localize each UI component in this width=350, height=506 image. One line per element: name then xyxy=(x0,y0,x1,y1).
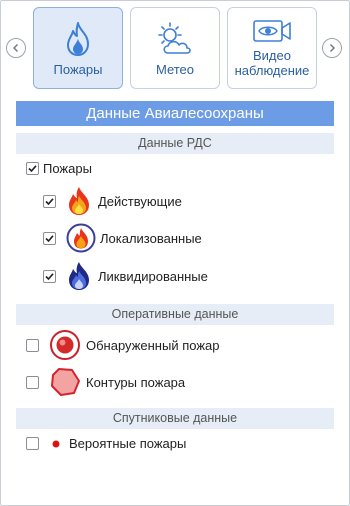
probable-fires-checkbox[interactable] xyxy=(26,437,39,450)
panel-title: Данные Авиалесоохраны xyxy=(16,101,334,126)
checkmark-icon xyxy=(45,234,54,242)
tab-video-label: Видео наблюдение xyxy=(235,48,310,78)
layer-detected-fire[interactable]: Обнаруженный пожар xyxy=(26,329,219,361)
checkmark-icon xyxy=(28,165,37,173)
extinguished-fires-checkbox[interactable] xyxy=(43,269,56,283)
active-fires-checkbox[interactable] xyxy=(43,194,56,208)
localized-fire-icon xyxy=(66,223,96,253)
fire-contour-label: Контуры пожара xyxy=(86,374,186,390)
tab-meteo[interactable]: Метео xyxy=(130,7,220,89)
tab-video-label-line1: Видео xyxy=(253,48,291,63)
scroll-left-button[interactable] xyxy=(6,38,26,58)
detected-fire-icon xyxy=(49,329,81,361)
layer-localized-fires[interactable]: Локализованные xyxy=(43,223,202,253)
chevron-left-icon xyxy=(13,44,18,52)
tab-fires-label: Пожары xyxy=(53,62,103,77)
checkmark-icon xyxy=(45,272,54,280)
localized-fires-checkbox[interactable] xyxy=(43,231,56,245)
layer-probable-fires[interactable]: Вероятные пожары xyxy=(26,436,186,451)
fires-label: Пожары xyxy=(43,161,92,176)
weather-sun-cloud-icon xyxy=(154,20,196,58)
detected-fire-label: Обнаруженный пожар xyxy=(86,337,220,353)
section-header-satellite: Спутниковые данные xyxy=(16,408,334,429)
tab-video[interactable]: Видео наблюдение xyxy=(227,7,317,89)
fire-contour-icon xyxy=(49,366,81,398)
tab-video-label-line2: наблюдение xyxy=(234,63,310,78)
layer-extinguished-fires[interactable]: Ликвидированные xyxy=(43,261,208,291)
section-header-operational: Оперативные данные xyxy=(16,304,334,325)
fire-icon xyxy=(63,20,93,58)
layer-fires-parent[interactable]: Пожары xyxy=(26,161,92,176)
probable-fires-label: Вероятные пожары xyxy=(69,436,187,451)
detected-fire-checkbox[interactable] xyxy=(26,338,39,352)
layer-fire-contour[interactable]: Контуры пожара xyxy=(26,366,185,398)
active-fire-icon xyxy=(66,186,92,216)
tab-fires[interactable]: Пожары xyxy=(33,7,123,89)
fires-checkbox[interactable] xyxy=(26,162,39,175)
extinguished-fires-label: Ликвидированные xyxy=(98,268,208,284)
red-dot-icon xyxy=(51,439,61,449)
section-header-rds: Данные РДС xyxy=(16,133,334,154)
layer-active-fires[interactable]: Действующие xyxy=(43,186,182,216)
localized-fires-label: Локализованные xyxy=(100,230,202,246)
active-fires-label: Действующие xyxy=(98,193,182,209)
video-camera-icon xyxy=(252,16,292,46)
tab-meteo-label: Метео xyxy=(155,62,195,77)
fire-contour-checkbox[interactable] xyxy=(26,375,39,389)
scroll-right-button[interactable] xyxy=(322,38,342,58)
chevron-right-icon xyxy=(330,44,335,52)
checkmark-icon xyxy=(45,197,54,205)
extinguished-fire-icon xyxy=(66,261,92,291)
